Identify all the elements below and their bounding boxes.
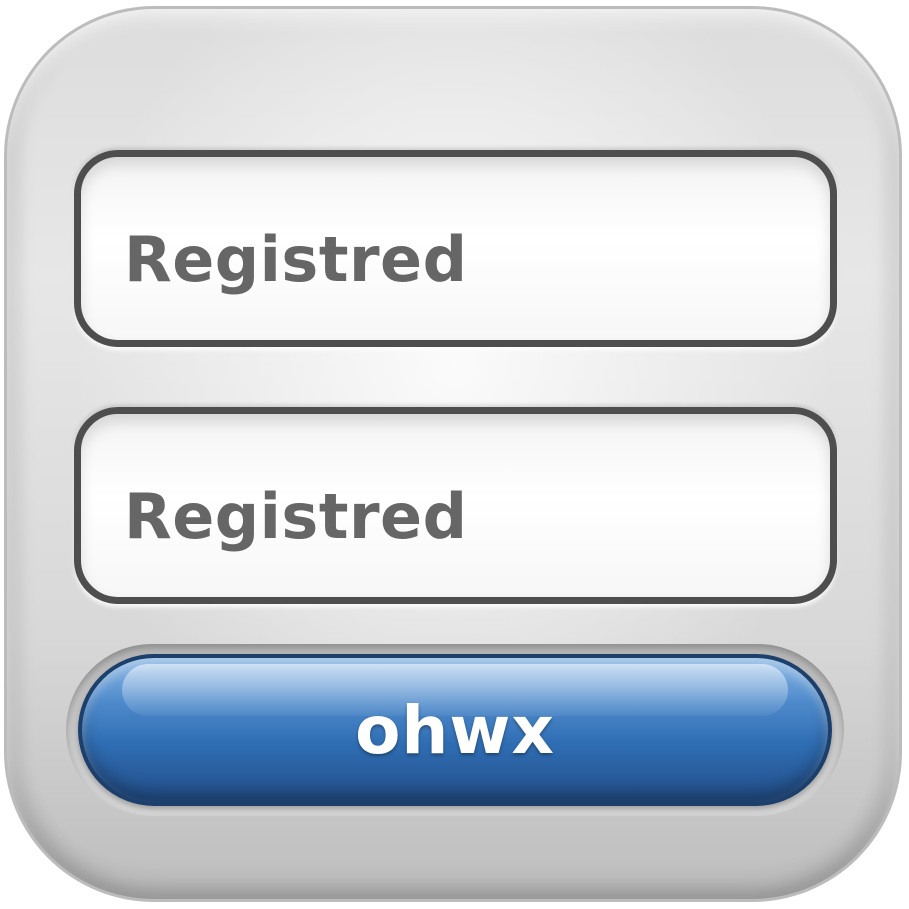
text-field-1[interactable]: Registred xyxy=(74,150,837,347)
text-field-2-value: Registred xyxy=(124,480,468,553)
text-field-1-value: Registred xyxy=(124,223,468,296)
submit-button-label: ohwx xyxy=(355,691,555,769)
text-field-2[interactable]: Registred xyxy=(74,407,837,604)
submit-button[interactable]: ohwx xyxy=(78,654,832,806)
